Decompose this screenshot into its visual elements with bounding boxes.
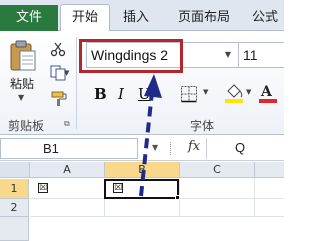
annotation-arrow bbox=[139, 74, 162, 197]
